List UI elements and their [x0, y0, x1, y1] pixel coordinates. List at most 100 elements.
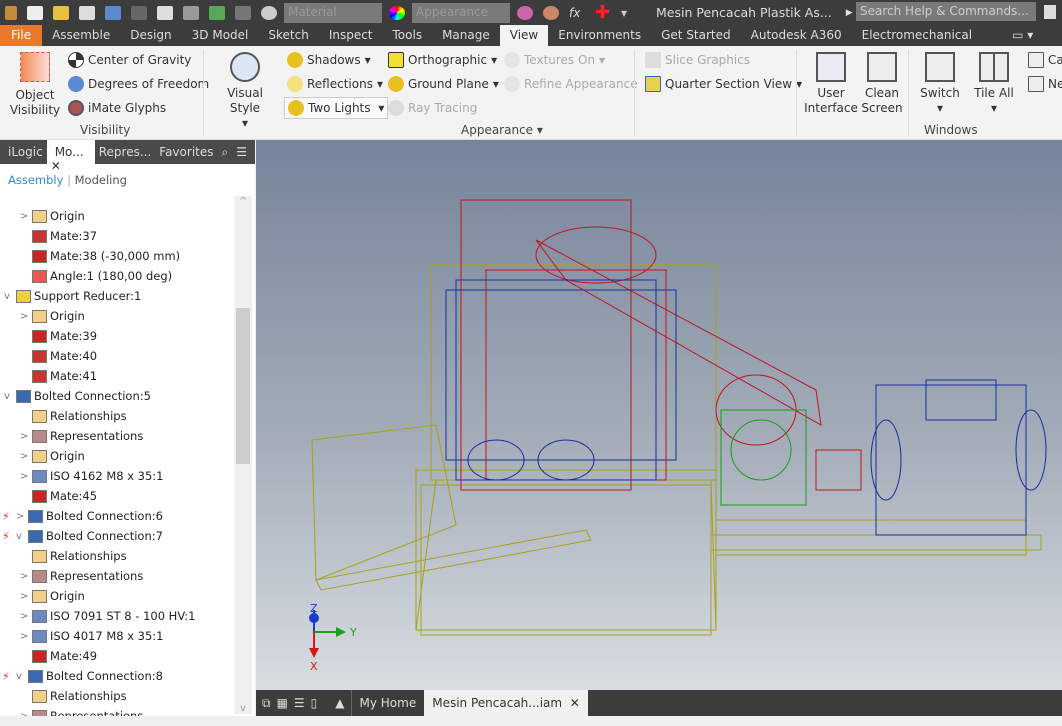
- expand-chevron-icon[interactable]: >: [20, 451, 32, 462]
- tree-item[interactable]: Mate:41: [20, 366, 97, 386]
- expand-chevron-icon[interactable]: >: [20, 311, 32, 322]
- home-icon[interactable]: [157, 5, 173, 20]
- customize-icon[interactable]: ▾: [621, 6, 637, 20]
- tree-item[interactable]: Mate:38 (-30,000 mm): [20, 246, 180, 266]
- undo-icon[interactable]: [105, 5, 121, 20]
- imate-glyphs-button[interactable]: iMate Glyphs: [68, 100, 166, 116]
- quarter-section-view-button[interactable]: Quarter Section View ▾: [645, 76, 802, 92]
- window-arrange-icons[interactable]: ⧉▦☰▯: [256, 696, 329, 711]
- panel-toggle-icon[interactable]: ▭ ▾: [1002, 25, 1043, 46]
- new-window-button[interactable]: Ne: [1028, 76, 1062, 92]
- degrees-of-freedom-button[interactable]: Degrees of Freedom: [68, 76, 209, 92]
- tab-representations[interactable]: Repres...: [95, 145, 156, 159]
- cascade-button[interactable]: Ca: [1028, 52, 1062, 68]
- tree-item[interactable]: Mate:37: [20, 226, 97, 246]
- expand-chevron-icon[interactable]: v: [16, 531, 28, 542]
- tree-item[interactable]: > ISO 7091 ST 8 - 100 HV:1: [20, 606, 195, 626]
- object-visibility-button[interactable]: Object Visibility: [8, 52, 62, 118]
- expand-chevron-icon[interactable]: v: [16, 671, 28, 682]
- tree-item[interactable]: Mate:49: [20, 646, 97, 666]
- material-icon[interactable]: [261, 5, 277, 20]
- expand-chevron-icon[interactable]: >: [20, 591, 32, 602]
- tab-file[interactable]: File: [0, 25, 43, 46]
- tree-item[interactable]: Angle:1 (180,00 deg): [20, 266, 172, 286]
- expand-chevron-icon[interactable]: >: [20, 211, 32, 222]
- expand-chevron-icon[interactable]: >: [20, 631, 32, 642]
- tab-electromechanical[interactable]: Electromechanical: [852, 25, 982, 46]
- tree-item[interactable]: > ISO 4017 M8 x 35:1: [20, 626, 164, 646]
- ray-tracing-button[interactable]: Ray Tracing: [388, 100, 477, 116]
- tab-design[interactable]: Design: [120, 25, 181, 46]
- tree-item[interactable]: ⚡ > Bolted Connection:6: [2, 506, 163, 526]
- tree-item[interactable]: Mate:40: [20, 346, 97, 366]
- search-icon[interactable]: ⌕: [218, 145, 233, 160]
- clean-screen-button[interactable]: Clean Screen: [860, 52, 904, 116]
- expand-chevron-icon[interactable]: >: [20, 571, 32, 582]
- tab-my-home[interactable]: My Home: [350, 690, 425, 716]
- tree-item[interactable]: Relationships: [20, 406, 127, 426]
- chevron-right-icon[interactable]: ▶: [846, 8, 853, 18]
- tree-item[interactable]: v Support Reducer:1: [4, 286, 141, 306]
- textures-on-button[interactable]: Textures On ▾: [504, 52, 605, 68]
- tree-item[interactable]: > Representations: [20, 426, 143, 446]
- update-icon[interactable]: [183, 5, 199, 20]
- tile-all-button[interactable]: Tile All ▾: [972, 52, 1016, 116]
- tree-item[interactable]: > Origin: [20, 446, 85, 466]
- expand-chevron-icon[interactable]: v: [4, 291, 16, 302]
- expand-chevron-icon[interactable]: >: [20, 471, 32, 482]
- tree-item[interactable]: ⚡ v Bolted Connection:7: [2, 526, 163, 546]
- tree-item[interactable]: Relationships: [20, 686, 127, 706]
- ground-plane-button[interactable]: Ground Plane ▾: [388, 76, 499, 92]
- appearance-group-label[interactable]: Appearance ▾: [461, 123, 543, 137]
- tab-ilogic[interactable]: iLogic: [0, 145, 47, 159]
- assembly-mode-link[interactable]: Assembly: [8, 173, 63, 187]
- expand-chevron-icon[interactable]: >: [20, 431, 32, 442]
- slice-graphics-button[interactable]: Slice Graphics: [645, 52, 750, 68]
- material-dropdown[interactable]: Material: [284, 2, 382, 23]
- visual-style-button[interactable]: Visual Style ▾: [212, 52, 278, 131]
- orthographic-button[interactable]: Orthographic ▾: [388, 52, 497, 68]
- signin-icon[interactable]: [1044, 5, 1056, 19]
- switch-button[interactable]: Switch ▾: [918, 52, 962, 116]
- close-icon[interactable]: ✕: [570, 696, 580, 710]
- expand-chevron-icon[interactable]: v: [4, 391, 16, 402]
- doc-list-up-icon[interactable]: ▲: [329, 696, 350, 710]
- user-interface-button[interactable]: User Interface: [804, 52, 858, 116]
- refine-appearance-button[interactable]: Refine Appearance: [504, 76, 638, 92]
- center-of-gravity-button[interactable]: Center of Gravity: [68, 52, 191, 68]
- tab-active-document[interactable]: Mesin Pencacah...iam ✕: [424, 690, 588, 716]
- expand-chevron-icon[interactable]: >: [20, 611, 32, 622]
- tree-item[interactable]: > Origin: [20, 306, 85, 326]
- tab-model[interactable]: Mo... ✕: [46, 140, 95, 173]
- scrollbar-thumb[interactable]: [236, 308, 250, 464]
- tab-favorites[interactable]: Favorites: [155, 145, 217, 159]
- graphics-viewport[interactable]: Z Y X: [256, 140, 1062, 690]
- tab-view[interactable]: View: [499, 25, 549, 46]
- redo-icon[interactable]: [131, 5, 147, 20]
- tree-item[interactable]: > Origin: [20, 206, 85, 226]
- tree-item[interactable]: > ISO 4162 M8 x 35:1: [20, 466, 164, 486]
- tree-item[interactable]: Mate:45: [20, 486, 97, 506]
- tab-manage[interactable]: Manage: [432, 25, 500, 46]
- new-icon[interactable]: [27, 5, 43, 20]
- tab-sketch[interactable]: Sketch: [258, 25, 318, 46]
- clear-appearance-icon[interactable]: [543, 5, 559, 20]
- tab-get-started[interactable]: Get Started: [651, 25, 741, 46]
- tree-item[interactable]: Relationships: [20, 546, 127, 566]
- expand-chevron-icon[interactable]: >: [16, 511, 28, 522]
- modeling-mode-link[interactable]: Modeling: [75, 173, 127, 187]
- lighting-dropdown[interactable]: Two Lights ▾: [284, 97, 389, 119]
- ucs-icon[interactable]: ✚: [595, 3, 611, 21]
- tree-item[interactable]: v Bolted Connection:5: [4, 386, 151, 406]
- tab-environments[interactable]: Environments: [548, 25, 651, 46]
- tree-item[interactable]: > Origin: [20, 586, 85, 606]
- tab-3d-model[interactable]: 3D Model: [182, 25, 259, 46]
- save-icon[interactable]: [79, 5, 95, 20]
- measure-icon[interactable]: [235, 5, 251, 20]
- tab-assemble[interactable]: Assemble: [42, 25, 120, 46]
- open-icon[interactable]: [53, 5, 69, 20]
- tree-item[interactable]: ⚡ v Bolted Connection:8: [2, 666, 163, 686]
- tab-autodesk-a360[interactable]: Autodesk A360: [741, 25, 852, 46]
- tree-item[interactable]: > Representations: [20, 566, 143, 586]
- tab-inspect[interactable]: Inspect: [319, 25, 383, 46]
